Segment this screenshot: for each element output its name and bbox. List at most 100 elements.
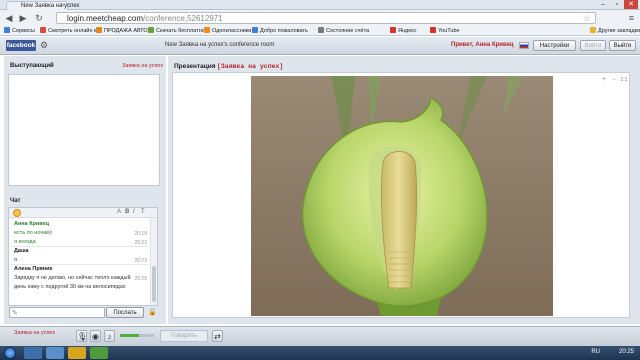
- bookmark-label: Добро пожаловать: [260, 28, 308, 34]
- bookmark-label: Яндекс: [398, 28, 417, 34]
- bookmarks-bar: Сервисы Смотреть онлайн в ПРОДАЖА АВТО Скач…: [0, 26, 640, 36]
- font-icon[interactable]: A: [117, 209, 121, 215]
- user-greeting: Привет, Анна Кривец: [451, 42, 514, 48]
- bookmark-item[interactable]: Добро пожаловать: [252, 27, 308, 34]
- bookmark-favicon-icon: [390, 27, 396, 33]
- windows-taskbar: RU 20:25: [0, 346, 640, 360]
- address-toolbar: ◀ ▶ ↻ login.meetcheap.com/conference,526…: [0, 10, 640, 26]
- chat-message: я: [14, 257, 17, 263]
- chat-timestamp: 20:25: [134, 276, 147, 282]
- microphone-icon[interactable]: 🎙: [76, 330, 87, 342]
- folder-icon[interactable]: [68, 347, 86, 359]
- room-title: New Заявка на успех's conference room: [165, 42, 275, 48]
- room-link[interactable]: Заявка на успех: [14, 330, 55, 336]
- bookmark-item[interactable]: Смотреть онлайн в: [40, 27, 97, 34]
- calla-flower-image: [251, 76, 553, 316]
- bookmark-favicon-icon: [148, 27, 154, 33]
- bookmark-favicon-icon: [318, 27, 324, 33]
- minimize-icon[interactable]: –: [596, 0, 610, 9]
- lock-icon[interactable]: 🔒: [148, 308, 157, 316]
- bookmark-label: Смотреть онлайн в: [48, 28, 97, 34]
- app-header: facebook ⚙ New Заявка на успех's confere…: [0, 37, 640, 55]
- bookmark-favicon-icon: [204, 27, 210, 33]
- chat-panel-title: Чат: [10, 198, 21, 204]
- chat-scroll-thumb[interactable]: [152, 266, 156, 302]
- settings-button[interactable]: Настройки: [533, 40, 576, 51]
- bookmark-favicon-icon: [590, 27, 596, 33]
- chat-author: Даша: [14, 248, 29, 254]
- back-icon[interactable]: ◀: [4, 13, 14, 23]
- bookmark-label: YouTube: [438, 28, 460, 34]
- reload-icon[interactable]: ↻: [34, 13, 44, 23]
- tab-close-icon[interactable]: ×: [61, 3, 65, 9]
- browser-tabstrip: New Заявка на успех × – ▫ ✕: [0, 0, 640, 10]
- gear-icon[interactable]: ⚙: [40, 40, 48, 51]
- forward-icon[interactable]: ▶: [18, 13, 28, 23]
- presentation-title: [Заявка на успех]: [217, 63, 284, 70]
- smiley-icon[interactable]: [13, 209, 21, 217]
- pencil-icon: ✎: [12, 310, 18, 317]
- language-indicator[interactable]: RU: [591, 349, 600, 355]
- bookmark-item[interactable]: Яндекс: [390, 27, 417, 34]
- bookmark-label: Сервисы: [12, 28, 35, 34]
- chat-separator: [11, 264, 149, 265]
- chat-toolbar: A B I T: [9, 208, 157, 218]
- chat-author: Алена Пряник: [14, 266, 53, 272]
- text-size-icon[interactable]: T: [141, 209, 145, 215]
- bookmark-item[interactable]: Состояние счёта: [318, 27, 369, 34]
- bookmark-label: Другие закладки: [598, 28, 640, 34]
- bookmark-label: ПРОДАЖА АВТО: [104, 28, 148, 34]
- chat-input[interactable]: ✎: [9, 307, 105, 318]
- bookmark-item[interactable]: Одноклассники: [204, 27, 251, 34]
- address-bar[interactable]: login.meetcheap.com/conference,52612971 …: [56, 12, 596, 24]
- chat-message: Зарядку я не делаю, но сейчас тепло кажд…: [14, 275, 131, 281]
- speaker-volume-icon[interactable]: ♪: [104, 330, 115, 342]
- bookmark-label: Состояние счёта: [326, 28, 370, 34]
- ie-icon[interactable]: [46, 347, 64, 359]
- browser-menu-icon[interactable]: ≡: [629, 13, 634, 23]
- speaker-video-area: [8, 74, 160, 186]
- start-button-icon[interactable]: [4, 347, 16, 359]
- bookmark-favicon-icon: [430, 27, 436, 33]
- bookmark-item[interactable]: Другие закладки: [590, 27, 640, 34]
- volume-level: [120, 334, 139, 337]
- zoom-actual-icon[interactable]: 1:1: [620, 76, 628, 84]
- bookmark-label: Одноклассники: [212, 28, 252, 34]
- italic-icon[interactable]: I: [133, 209, 135, 215]
- bookmark-item[interactable]: YouTube: [430, 27, 460, 34]
- russian-flag-icon[interactable]: [519, 42, 529, 49]
- chat-message: есть по ночам): [14, 230, 52, 236]
- clock: 20:25: [618, 349, 634, 355]
- browser-tab-title: New Заявка на успех: [21, 3, 80, 9]
- exit-button[interactable]: Выйти: [609, 40, 636, 51]
- close-window-icon[interactable]: ✕: [624, 0, 638, 9]
- bookmark-item[interactable]: ПРОДАЖА АВТО: [96, 27, 148, 34]
- bookmark-item[interactable]: Скачать бесплатно: [148, 27, 205, 34]
- speaker-panel-room: Заявка на успех: [122, 63, 164, 69]
- chat-author: Анна Кривец: [14, 221, 50, 227]
- talk-button[interactable]: Говорить: [160, 330, 208, 342]
- explorer-icon[interactable]: [24, 347, 42, 359]
- browser-tab[interactable]: New Заявка на успех ×: [6, 1, 80, 10]
- maximize-icon[interactable]: ▫: [610, 0, 624, 9]
- zoom-in-icon[interactable]: +: [600, 76, 608, 84]
- chat-scrollbar[interactable]: [150, 218, 157, 305]
- send-button[interactable]: Послать: [106, 307, 144, 318]
- volume-slider[interactable]: [120, 334, 154, 337]
- bookmark-favicon-icon: [252, 27, 258, 33]
- facebook-button[interactable]: facebook: [6, 40, 36, 51]
- chrome-icon[interactable]: [90, 347, 108, 359]
- enter-button[interactable]: Войти: [580, 40, 606, 51]
- presentation-label: Презентация: [174, 63, 216, 70]
- zoom-out-icon[interactable]: −: [610, 76, 618, 84]
- bookmark-item[interactable]: Сервисы: [4, 27, 35, 34]
- chat-separator: [11, 246, 149, 247]
- bold-icon[interactable]: B: [125, 209, 129, 215]
- flower-spadix: [381, 151, 418, 289]
- chat-message: день езжу с подругой 30 км на велосипеда…: [14, 284, 126, 290]
- url-text: login.meetcheap.com/conference,52612971: [67, 14, 223, 23]
- share-icon[interactable]: ⇄: [212, 330, 223, 342]
- bookmark-star-icon[interactable]: ☆: [583, 13, 591, 24]
- camera-icon[interactable]: ◉: [90, 330, 101, 342]
- chat-log[interactable]: A B I T Анна Кривец есть по ночам) 20:18 я …: [8, 207, 158, 306]
